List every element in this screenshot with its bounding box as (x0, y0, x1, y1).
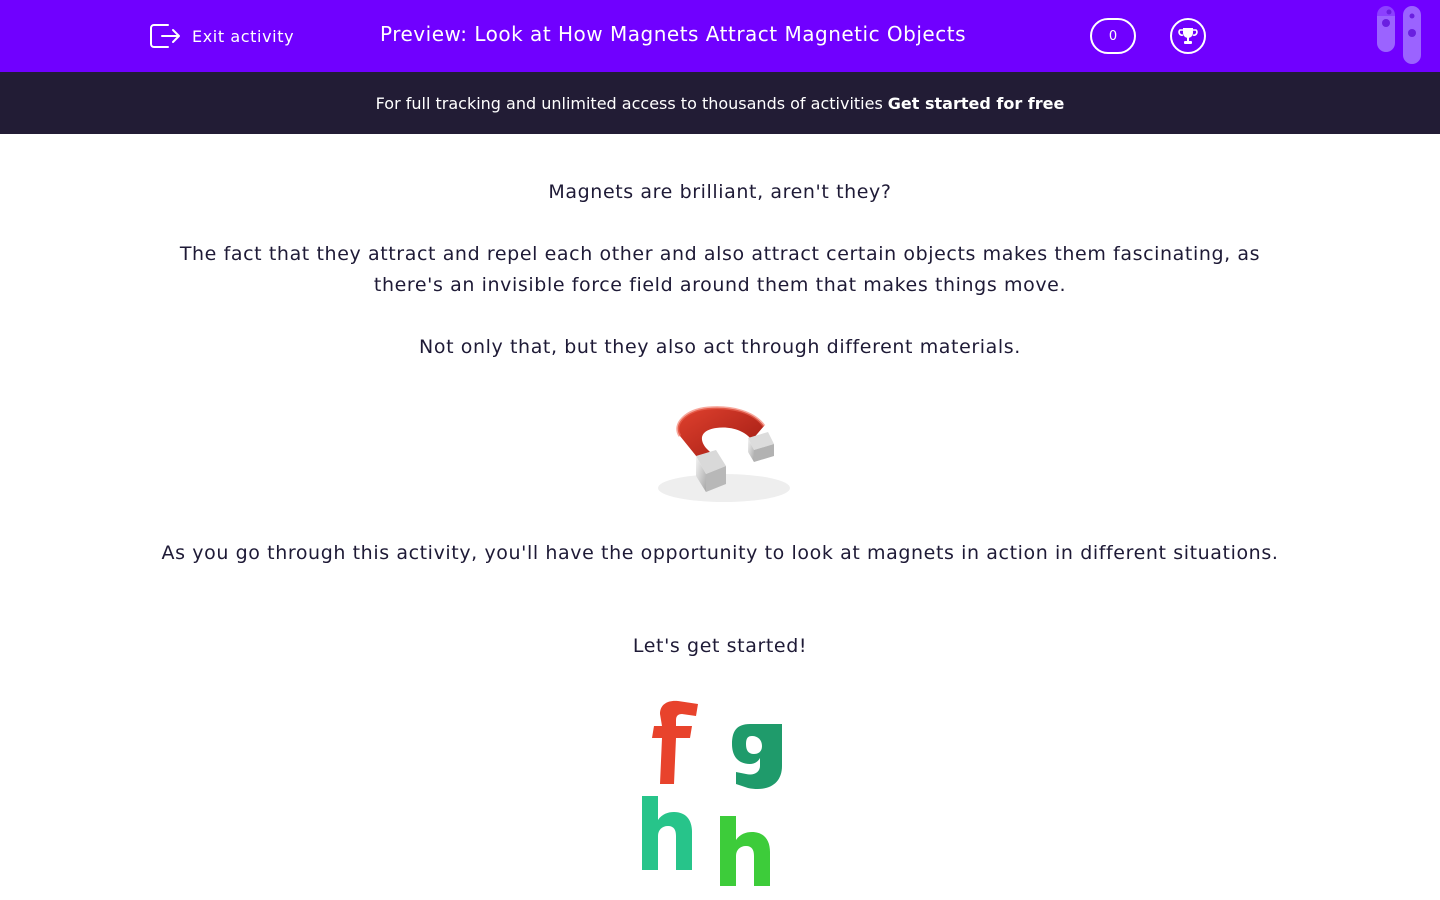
top-bar: Exit activity Preview: Look at How Magne… (0, 0, 1440, 72)
magnetic-letters-image (642, 700, 782, 886)
trophy-icon (1178, 28, 1198, 44)
test-tubes-logo (1377, 6, 1421, 64)
exit-activity-label: Exit activity (192, 26, 295, 46)
exit-activity-button[interactable]: Exit activity (148, 20, 294, 52)
intro-paragraph: The fact that they attract and repel eac… (179, 243, 1261, 296)
intro-content: Magnets are brilliant, aren't they? The … (0, 134, 1440, 900)
intro-paragraph: Not only that, but they also act through… (419, 336, 1021, 358)
horseshoe-magnet-image (658, 406, 790, 502)
intro-paragraph: As you go through this activity, you'll … (161, 542, 1279, 564)
intro-paragraph: Magnets are brilliant, aren't they? (548, 181, 892, 203)
exit-icon (150, 24, 180, 48)
trophy-button[interactable] (1170, 18, 1206, 54)
signup-banner: For full tracking and unlimited access t… (0, 72, 1440, 134)
banner-text: For full tracking and unlimited access t… (375, 93, 883, 113)
page-title: Preview: Look at How Magnets Attract Mag… (380, 22, 966, 46)
get-started-link[interactable]: Get started for free (888, 94, 1065, 113)
score-badge: 0 (1090, 18, 1136, 54)
intro-paragraph: Let's get started! (632, 635, 808, 657)
